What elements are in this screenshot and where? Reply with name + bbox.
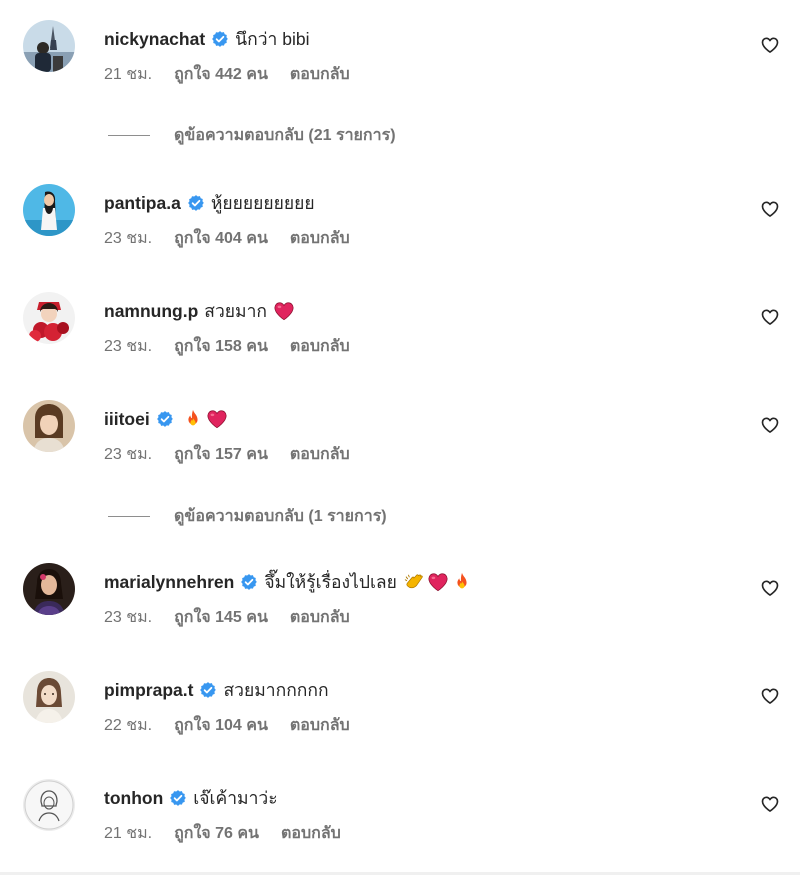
- like-heart-icon[interactable]: [760, 578, 780, 598]
- verified-badge-icon: [240, 573, 258, 591]
- fire-emoji: [451, 571, 473, 593]
- comment-item: tonhon เจ๊เค้ามาว่ะ 21 ชม. ถูกใจ 76 คน ตอบกล…: [0, 779, 800, 859]
- reply-button[interactable]: ตอบกลับ: [290, 334, 350, 359]
- avatar[interactable]: [23, 779, 75, 831]
- like-heart-icon[interactable]: [760, 415, 780, 435]
- red-heart-emoji: [427, 571, 449, 593]
- replies-dash-divider: [108, 134, 150, 136]
- username-link[interactable]: namnung.p: [104, 301, 198, 322]
- like-heart-icon[interactable]: [760, 794, 780, 814]
- like-heart-icon[interactable]: [760, 307, 780, 327]
- verified-badge-icon: [199, 681, 217, 699]
- verified-badge-icon: [156, 410, 174, 428]
- view-replies-button[interactable]: ดูข้อความตอบกลับ (1 รายการ): [108, 504, 387, 528]
- comment-item: namnung.p สวยมาก 23 ชม. ถูกใจ 158 คน ตอบกลับ: [0, 292, 800, 372]
- comment-meta: 23 ชม. ถูกใจ 145 คน ตอบกลับ: [104, 606, 350, 628]
- comment-meta: 21 ชม. ถูกใจ 76 คน ตอบกลับ: [104, 822, 341, 844]
- timestamp[interactable]: 23 ชม.: [104, 605, 152, 630]
- comment-item: marialynnehren จึ๊มให้รู้เรื่องไปเลย 23 ชม…: [0, 563, 800, 643]
- like-heart-icon[interactable]: [760, 199, 780, 219]
- timestamp[interactable]: 21 ชม.: [104, 62, 152, 87]
- comment-body: pantipa.a หู้ยยยยยยยยย: [104, 190, 315, 216]
- avatar[interactable]: [23, 400, 75, 452]
- timestamp[interactable]: 22 ชม.: [104, 713, 152, 738]
- comment-item: pimprapa.t สวยมากกกกก 22 ชม. ถูกใจ 104 คน ตอ…: [0, 671, 800, 751]
- comment-text: หู้ยยยยยยยยย: [210, 193, 315, 213]
- comment-meta: 23 ชม. ถูกใจ 404 คน ตอบกลับ: [104, 227, 350, 249]
- reply-button[interactable]: ตอบกลับ: [290, 713, 350, 738]
- avatar[interactable]: [23, 671, 75, 723]
- reply-button[interactable]: ตอบกลับ: [290, 226, 350, 251]
- comment-meta: 23 ชม. ถูกใจ 158 คน ตอบกลับ: [104, 335, 350, 357]
- red-heart-emoji: [273, 300, 295, 322]
- timestamp[interactable]: 23 ชม.: [104, 226, 152, 251]
- username-link[interactable]: pantipa.a: [104, 193, 181, 214]
- timestamp[interactable]: 23 ชม.: [104, 334, 152, 359]
- comment-meta: 23 ชม. ถูกใจ 157 คน ตอบกลับ: [104, 443, 350, 465]
- comment-body: pimprapa.t สวยมากกกกก: [104, 677, 329, 703]
- comment-text: สวยมากกกกก: [223, 680, 329, 700]
- comment-body: marialynnehren จึ๊มให้รู้เรื่องไปเลย: [104, 569, 473, 595]
- view-replies-button[interactable]: ดูข้อความตอบกลับ (21 รายการ): [108, 123, 396, 147]
- likes-count-button[interactable]: ถูกใจ 145 คน: [174, 605, 268, 630]
- username-link[interactable]: pimprapa.t: [104, 680, 193, 701]
- view-replies-label: ดูข้อความตอบกลับ (1 รายการ): [174, 507, 387, 525]
- avatar[interactable]: [23, 20, 75, 72]
- username-link[interactable]: iiitoei: [104, 409, 150, 430]
- avatar[interactable]: [23, 563, 75, 615]
- avatar[interactable]: [23, 292, 75, 344]
- comment-item: pantipa.a หู้ยยยยยยยยย 23 ชม. ถูกใจ 404 คน ต…: [0, 184, 800, 264]
- view-replies-label: ดูข้อความตอบกลับ (21 รายการ): [174, 126, 396, 144]
- reply-button[interactable]: ตอบกลับ: [290, 605, 350, 630]
- comment-body: nickynachat นึกว่า bibi: [104, 26, 309, 52]
- fire-emoji: [182, 408, 204, 430]
- verified-badge-icon: [169, 789, 187, 807]
- comment-body: iiitoei: [104, 406, 228, 432]
- username-link[interactable]: marialynnehren: [104, 572, 234, 593]
- reply-button[interactable]: ตอบกลับ: [281, 821, 341, 846]
- likes-count-button[interactable]: ถูกใจ 442 คน: [174, 62, 268, 87]
- likes-count-button[interactable]: ถูกใจ 76 คน: [174, 821, 259, 846]
- timestamp[interactable]: 21 ชม.: [104, 821, 152, 846]
- likes-count-button[interactable]: ถูกใจ 157 คน: [174, 442, 268, 467]
- username-link[interactable]: tonhon: [104, 788, 163, 809]
- comment-body: tonhon เจ๊เค้ามาว่ะ: [104, 785, 278, 811]
- like-heart-icon[interactable]: [760, 686, 780, 706]
- comment-text: เจ๊เค้ามาว่ะ: [193, 788, 278, 808]
- comment-meta: 22 ชม. ถูกใจ 104 คน ตอบกลับ: [104, 714, 350, 736]
- comment-item: iiitoei 23 ชม. ถูกใจ 157 คน ตอบกลับ: [0, 400, 800, 480]
- comment-text: นึกว่า bibi: [235, 29, 310, 49]
- verified-badge-icon: [187, 194, 205, 212]
- username-link[interactable]: nickynachat: [104, 29, 205, 50]
- comment-text: จึ๊มให้รู้เรื่องไปเลย: [264, 572, 397, 592]
- comment-text: สวยมาก: [204, 301, 268, 321]
- likes-count-button[interactable]: ถูกใจ 158 คน: [174, 334, 268, 359]
- likes-count-button[interactable]: ถูกใจ 404 คน: [174, 226, 268, 251]
- like-heart-icon[interactable]: [760, 35, 780, 55]
- likes-count-button[interactable]: ถูกใจ 104 คน: [174, 713, 268, 738]
- comment-meta: 21 ชม. ถูกใจ 442 คน ตอบกลับ: [104, 63, 350, 85]
- replies-dash-divider: [108, 515, 150, 517]
- reply-button[interactable]: ตอบกลับ: [290, 442, 350, 467]
- comment-body: namnung.p สวยมาก: [104, 298, 295, 324]
- reply-button[interactable]: ตอบกลับ: [290, 62, 350, 87]
- avatar[interactable]: [23, 184, 75, 236]
- timestamp[interactable]: 23 ชม.: [104, 442, 152, 467]
- verified-badge-icon: [211, 30, 229, 48]
- clapping-hands-emoji: [403, 571, 425, 593]
- comment-item: nickynachat นึกว่า bibi 21 ชม. ถูกใจ 442 คน…: [0, 20, 800, 100]
- red-heart-emoji: [206, 408, 228, 430]
